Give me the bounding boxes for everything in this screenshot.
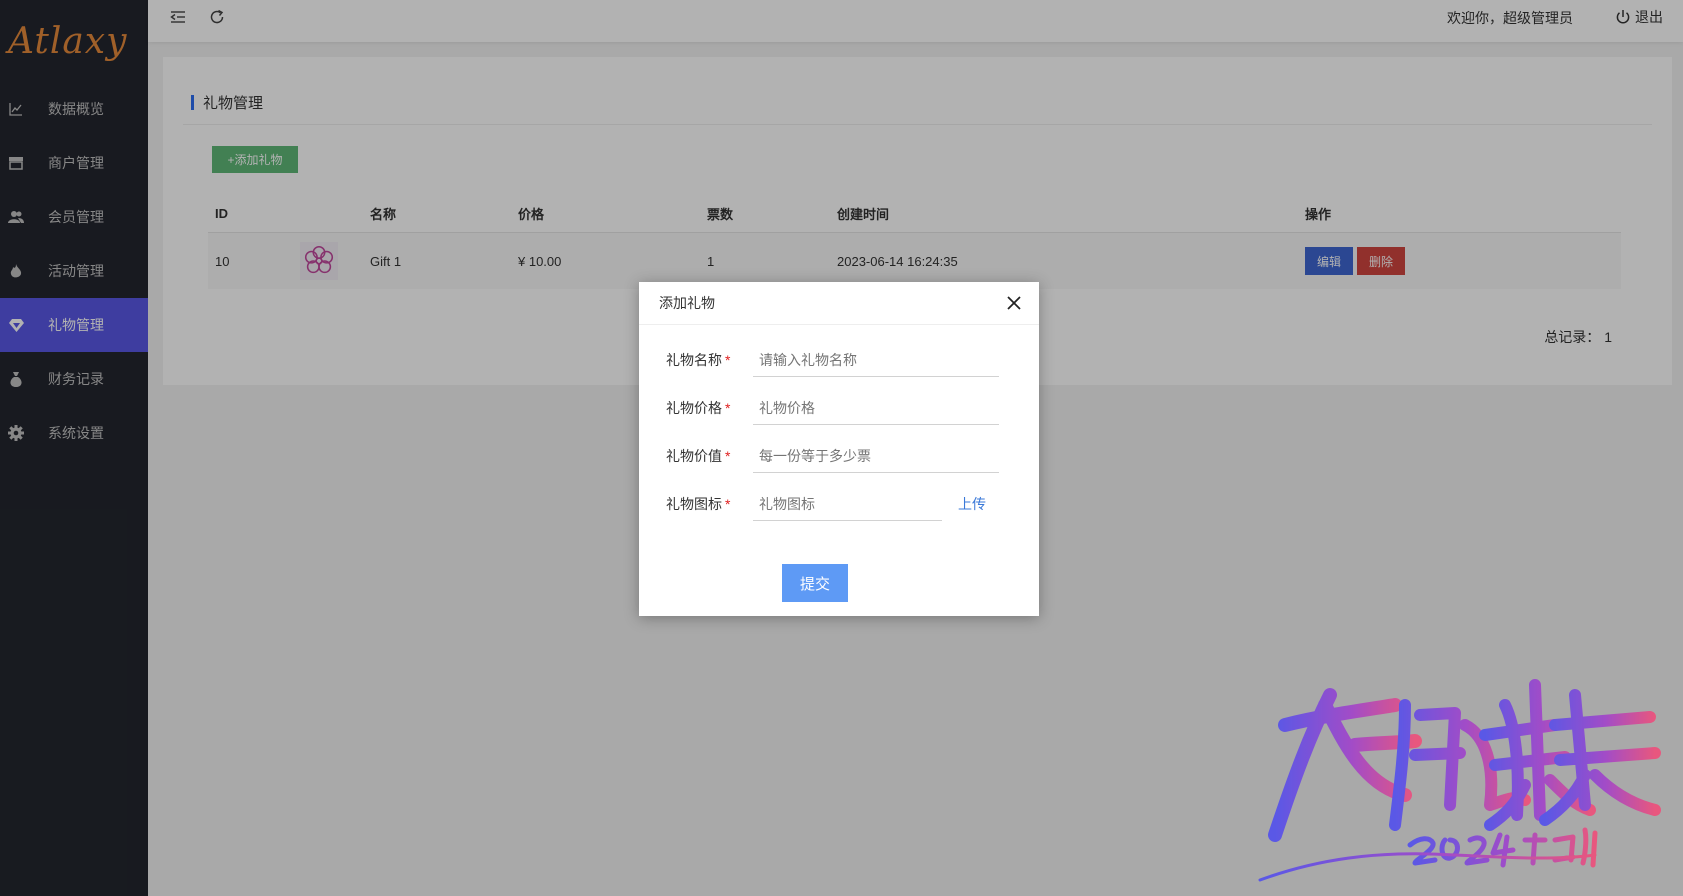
gift-price-input[interactable] [753, 391, 999, 425]
gift-price-label: 礼物价格 * [666, 400, 731, 416]
close-icon[interactable] [1005, 294, 1023, 312]
gift-name-input[interactable] [753, 343, 999, 377]
watermark-logo [1258, 679, 1661, 882]
gift-name-label: 礼物名称 * [666, 352, 731, 368]
form-row-price: 礼物价格 * [666, 388, 1006, 428]
form-row-worth: 礼物价值 * [666, 436, 1006, 476]
add-gift-dialog: 添加礼物 礼物名称* 礼物价格* 礼物价值* 礼物图标* 上传 提交 [639, 282, 1039, 616]
gift-icon-input[interactable] [753, 487, 942, 521]
dialog-title: 添加礼物 [659, 295, 715, 311]
form-row-name: 礼物名称 * [666, 340, 1006, 380]
gift-worth-label: 礼物价值 * [666, 448, 731, 464]
gift-worth-input[interactable] [753, 439, 999, 473]
submit-button[interactable]: 提交 [782, 564, 848, 602]
gift-icon-label: 礼物图标 * [666, 496, 731, 512]
dialog-header: 添加礼物 [639, 282, 1039, 325]
upload-link[interactable]: 上传 [958, 494, 986, 514]
form-row-icon: 礼物图标* 上传 [666, 484, 1006, 524]
